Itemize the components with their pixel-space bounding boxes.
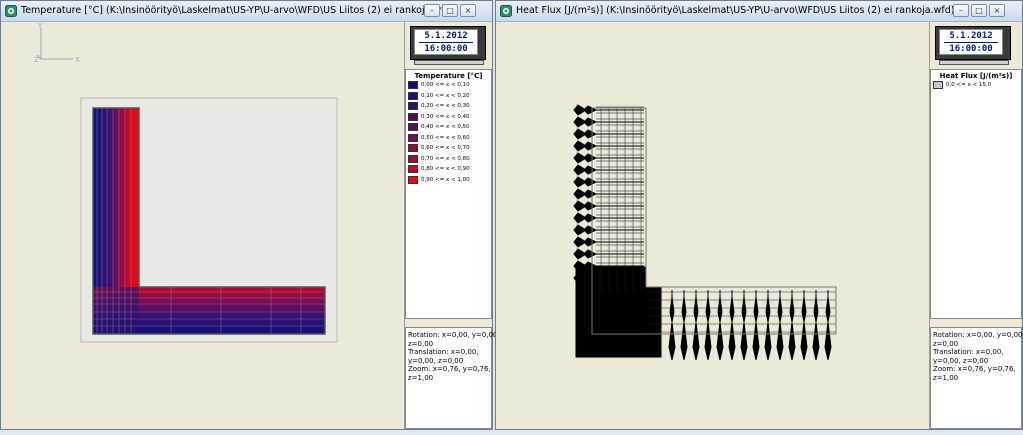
window-title: Heat Flux [J/(m²s)] (K:\Insinöörityö\Las…	[516, 5, 955, 16]
minimize-icon: –	[959, 6, 963, 15]
info-line: Zoom: x=0,76, y=0,76,	[408, 365, 491, 373]
legend-item: 0,50 <= x < 0,60	[408, 133, 491, 144]
temperature-view[interactable]: Y X Z	[1, 22, 405, 429]
maximize-button[interactable]: □	[442, 4, 458, 17]
side-panel: 5.1.2012 16:00:00 Temperature [°C] 0,00 …	[405, 22, 500, 429]
minimize-button[interactable]: –	[953, 4, 969, 17]
info-line: Rotation: x=0,00, y=0,00,	[408, 331, 500, 339]
legend-rows: 0,00 <= x < 0,10 0,10 <= x < 0,20 0,20 <= …	[406, 80, 491, 185]
info-line: z=1,00	[933, 373, 959, 382]
legend-swatch	[408, 81, 418, 90]
axis-triad	[36, 28, 73, 60]
side-panel: 5.1.2012 16:00:00 Heat Flux [J/(m²s)] 0,…	[930, 22, 1023, 429]
view-info-panel: Rotation: x=0,00, y=0,00, z=0,00 Translati…	[930, 327, 1023, 429]
info-line: Translation: x=0,00,	[408, 348, 479, 356]
time-label: 16:00:00	[949, 44, 993, 54]
legend-item: 0,10 <= x < 0,20	[408, 91, 491, 102]
axis-y-label: Y	[37, 22, 43, 30]
close-button[interactable]: ×	[460, 4, 476, 17]
info-line: y=0,00, z=0,00	[933, 356, 989, 365]
legend-swatch	[408, 91, 418, 100]
title-bar[interactable]: Heat Flux [J/(m²s)] (K:\Insinöörityö\Las…	[496, 1, 1022, 22]
legend-item: 0,60 <= x < 0,70	[408, 143, 491, 154]
legend-rows: 0,0 <= x < 15,0	[931, 80, 1021, 91]
close-icon: ×	[993, 6, 1001, 15]
info-line: z=0,00	[933, 339, 959, 348]
legend-label: 0,60 <= x < 0,70	[421, 145, 470, 152]
maximize-button[interactable]: □	[971, 4, 987, 17]
heat-flux-canvas[interactable]	[496, 22, 929, 431]
info-line: y=0,00, z=0,00	[408, 356, 464, 365]
legend-title: Heat Flux [J/(m²s)]	[939, 72, 1013, 80]
app-icon	[500, 5, 512, 17]
legend-label: 0,90 <= x < 1,00	[421, 176, 470, 183]
heat-flux-view[interactable]	[496, 22, 930, 429]
legend-item: 0,30 <= x < 0,40	[408, 112, 491, 123]
window-title: Temperature [°C] (K:\Insinöörityö\Laskel…	[21, 5, 455, 16]
temperature-canvas[interactable]: Y X Z	[1, 22, 404, 431]
maximize-icon: □	[446, 6, 454, 15]
legend-label: 0,30 <= x < 0,40	[421, 113, 470, 120]
legend-swatch	[408, 112, 418, 121]
legend-label: 0,00 <= x < 0,10	[421, 82, 470, 89]
legend-swatch	[408, 175, 418, 184]
legend-swatch	[408, 144, 418, 153]
legend-title: Temperature [°C]	[414, 72, 483, 80]
temperature-window[interactable]: Temperature [°C] (K:\Insinöörityö\Laskel…	[0, 0, 500, 430]
legend-label: 0,80 <= x < 0,90	[421, 166, 470, 173]
legend-label: 0,70 <= x < 0,80	[421, 155, 470, 162]
legend-swatch	[933, 81, 943, 90]
axis-z-label: Z	[34, 56, 39, 64]
legend-swatch	[408, 154, 418, 163]
maximize-icon: □	[975, 6, 983, 15]
close-icon: ×	[464, 6, 472, 15]
view-info-panel: Rotation: x=0,00, y=0,00, z=0,00 Translati…	[405, 327, 500, 429]
legend-label: 0,50 <= x < 0,60	[421, 134, 470, 141]
legend-item: 0,00 <= x < 0,10	[408, 80, 491, 91]
info-line: Rotation: x=0,00, y=0,00,	[933, 331, 1023, 339]
title-bar[interactable]: Temperature [°C] (K:\Insinöörityö\Laskel…	[1, 1, 492, 22]
heat-flux-legend: Heat Flux [J/(m²s)] 0,0 <= x < 15,0	[930, 69, 1022, 319]
legend-label: 0,40 <= x < 0,50	[421, 124, 470, 131]
close-button[interactable]: ×	[989, 4, 1005, 17]
legend-swatch	[408, 102, 418, 111]
legend-item: 0,90 <= x < 1,00	[408, 175, 491, 186]
time-label: 16:00:00	[424, 44, 468, 54]
legend-item: 0,80 <= x < 0,90	[408, 164, 491, 175]
heat-flux-window[interactable]: Heat Flux [J/(m²s)] (K:\Insinöörityö\Las…	[495, 0, 1023, 430]
info-line: z=0,00	[408, 339, 434, 348]
date-label: 5.1.2012	[424, 31, 468, 41]
legend-item: 0,40 <= x < 0,50	[408, 122, 491, 133]
axis-x-label: X	[75, 56, 80, 64]
legend-label: 0,10 <= x < 0,20	[421, 92, 470, 99]
info-line: z=1,00	[408, 373, 434, 382]
minimize-button[interactable]: –	[424, 4, 440, 17]
app-icon	[5, 5, 17, 17]
legend-swatch	[408, 123, 418, 132]
minimize-icon: –	[430, 6, 434, 15]
date-time-display: 5.1.2012 16:00:00	[935, 26, 1011, 66]
info-line: Zoom: x=0,76, y=0,76,	[933, 365, 1016, 373]
legend-label: 0,20 <= x < 0,30	[421, 103, 470, 110]
legend-swatch	[408, 165, 418, 174]
date-label: 5.1.2012	[949, 31, 993, 41]
date-time-display: 5.1.2012 16:00:00	[410, 26, 486, 66]
legend-label: 0,0 <= x < 15,0	[946, 82, 992, 89]
legend-item: 0,70 <= x < 0,80	[408, 154, 491, 165]
info-line: Translation: x=0,00,	[933, 348, 1004, 356]
temperature-legend: Temperature [°C] 0,00 <= x < 0,10 0,10 <=…	[405, 69, 492, 319]
legend-item: 0,0 <= x < 15,0	[933, 80, 1021, 91]
legend-swatch	[408, 133, 418, 142]
legend-item: 0,20 <= x < 0,30	[408, 101, 491, 112]
heat-flux-vectors	[573, 104, 836, 361]
